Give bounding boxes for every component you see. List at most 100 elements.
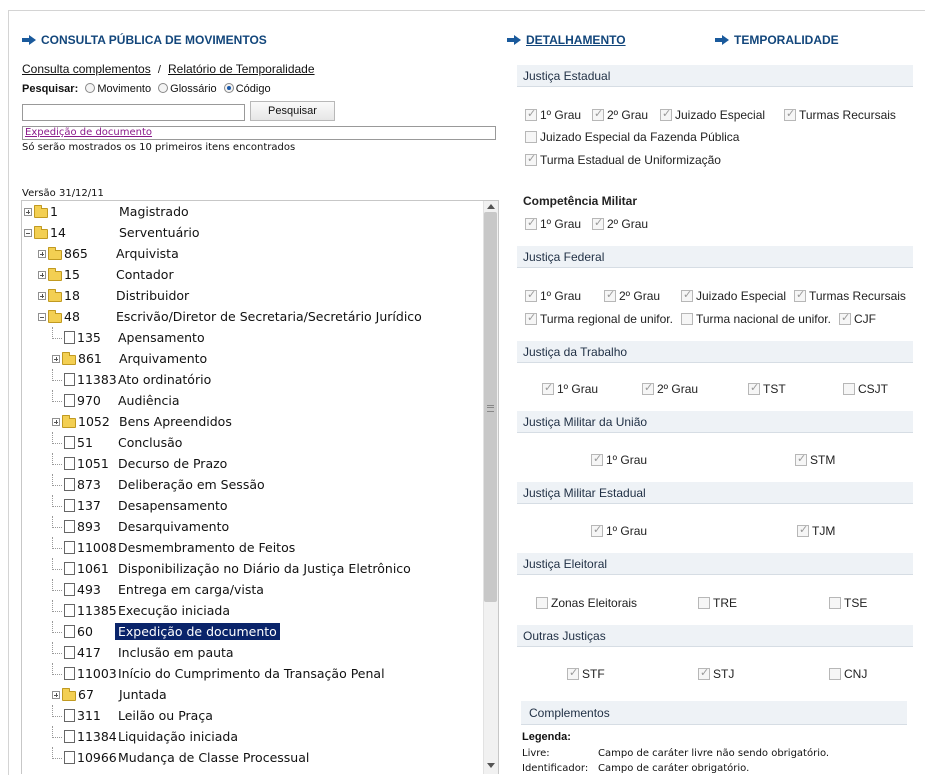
tree-row[interactable]: 11385 Execução iniciada (52, 599, 233, 621)
tree-label[interactable]: Entrega em carga/vista (115, 581, 267, 598)
tree-row[interactable]: 493 Entrega em carga/vista (52, 578, 267, 600)
cb-jt-2grau[interactable]: 2º Grau (642, 381, 698, 396)
tree-row[interactable]: 60 Expedição de documento (52, 620, 280, 642)
tree-label[interactable]: Disponibilização no Diário da Justiça El… (115, 560, 414, 577)
cb-je-2grau[interactable]: 2º Grau (592, 107, 648, 122)
cb-me-tjm[interactable]: TJM (797, 523, 835, 538)
tree-row[interactable]: 861 Arquivamento (52, 348, 210, 369)
collapse-icon[interactable] (24, 228, 32, 237)
cb-je-uniform[interactable]: Turma Estadual de Uniformização (525, 152, 721, 167)
expand-icon[interactable] (52, 690, 60, 699)
tree-label[interactable]: Decurso de Prazo (115, 455, 230, 472)
consulta-complementos-link[interactable]: Consulta complementos (22, 62, 151, 76)
tab-detalhamento[interactable]: DETALHAMENTO (507, 33, 626, 47)
tree-label[interactable]: Conclusão (115, 434, 185, 451)
expand-icon[interactable] (24, 207, 32, 216)
expand-icon[interactable] (52, 354, 60, 363)
scroll-up-icon[interactable] (487, 204, 495, 209)
radio-movimento[interactable] (85, 83, 96, 93)
tree-label[interactable]: Inclusão em pauta (115, 644, 237, 661)
movimentos-tree[interactable]: 1 Magistrado 14 Serventuário 865 Arquivista 15… (21, 200, 499, 774)
cb-je-juizado[interactable]: Juizado Especial (660, 107, 765, 122)
cb-jf-1grau[interactable]: 1º Grau (525, 288, 581, 303)
expand-icon[interactable] (38, 249, 46, 258)
scrollbar-thumb[interactable] (484, 212, 497, 602)
tree-label[interactable]: Desapensamento (115, 497, 231, 514)
tree-row[interactable]: 893 Desarquivamento (52, 515, 232, 537)
tree-label[interactable]: Liquidação iniciada (115, 728, 241, 745)
relatorio-temporalidade-link[interactable]: Relatório de Temporalidade (168, 62, 315, 76)
tree-row[interactable]: 18 Distribuidor (38, 285, 192, 306)
cb-el-tre[interactable]: TRE (698, 596, 737, 610)
cb-jf-2grau[interactable]: 2º Grau (604, 288, 660, 303)
tree-row[interactable]: 15 Contador (38, 264, 177, 285)
tree-row[interactable]: 865 Arquivista (38, 243, 182, 264)
tree-label-selected[interactable]: Expedição de documento (115, 623, 280, 640)
cb-el-tse[interactable]: TSE (829, 596, 867, 610)
tree-row[interactable]: 1 Magistrado (24, 201, 192, 222)
tree-label[interactable]: Apensamento (115, 329, 208, 346)
tree-label[interactable]: Arquivamento (116, 350, 210, 367)
tree-label[interactable]: Desmembramento de Feitos (115, 539, 298, 556)
tree-row[interactable]: 11383 Ato ordinatório (52, 368, 214, 390)
tree-row[interactable]: 873 Deliberação em Sessão (52, 473, 268, 495)
cb-me-1grau[interactable]: 1º Grau (591, 523, 647, 538)
cb-jt-csjt[interactable]: CSJT (843, 382, 888, 396)
expand-icon[interactable] (38, 291, 46, 300)
tree-label[interactable]: Ato ordinatório (115, 371, 214, 388)
pesquisar-button[interactable]: Pesquisar (250, 101, 335, 121)
tree-row[interactable]: 11384 Liquidação iniciada (52, 725, 241, 747)
tree-row[interactable]: 1052 Bens Apreendidos (52, 411, 235, 432)
collapse-icon[interactable] (38, 312, 46, 321)
scroll-down-icon[interactable] (487, 763, 495, 768)
tree-row[interactable]: 11008 Desmembramento de Feitos (52, 536, 298, 558)
tree-row[interactable]: 137 Desapensamento (52, 494, 231, 516)
cb-el-zonas[interactable]: Zonas Eleitorais (536, 596, 637, 610)
tree-row[interactable]: 14 Serventuário (24, 222, 203, 243)
cb-jt-tst[interactable]: TST (748, 381, 786, 396)
tree-label[interactable]: Audiência (115, 392, 183, 409)
tree-row[interactable]: 48 Escrivão/Diretor de Secretaria/Secretá… (38, 306, 425, 327)
cb-ou-stf[interactable]: STF (567, 666, 605, 681)
cb-jf-regional[interactable]: Turma regional de unifor. (525, 311, 673, 326)
tree-label[interactable]: Bens Apreendidos (116, 413, 235, 430)
tree-row[interactable]: 67 Juntada (52, 684, 170, 705)
tree-row[interactable]: 417 Inclusão em pauta (52, 641, 237, 663)
tree-label[interactable]: Contador (113, 266, 177, 283)
tree-label[interactable]: Leilão ou Praça (115, 707, 216, 724)
cb-je-fazenda[interactable]: Juizado Especial da Fazenda Pública (525, 130, 739, 144)
tree-row[interactable]: 970 Audiência (52, 389, 183, 411)
cb-ou-stj[interactable]: STJ (698, 666, 734, 681)
tree-label[interactable]: Deliberação em Sessão (115, 476, 268, 493)
cb-je-turmas[interactable]: Turmas Recursais (784, 107, 896, 122)
tree-row[interactable]: 1061 Disponibilização no Diário da Justiç… (52, 557, 414, 579)
cb-mu-stm[interactable]: STM (795, 452, 835, 467)
radio-codigo[interactable] (223, 83, 234, 93)
cb-cm-2grau[interactable]: 2º Grau (592, 216, 648, 231)
tree-row[interactable]: 51 Conclusão (52, 431, 185, 453)
tree-label[interactable]: Execução iniciada (115, 602, 233, 619)
tree-label[interactable]: Mudança de Classe Processual (115, 749, 312, 766)
radio-glossario[interactable] (158, 83, 169, 93)
tree-label[interactable]: Juntada (116, 686, 170, 703)
cb-jt-1grau[interactable]: 1º Grau (542, 381, 598, 396)
tree-row[interactable]: 135 Apensamento (52, 326, 208, 348)
search-input[interactable] (22, 104, 245, 121)
cb-jf-nacional[interactable]: Turma nacional de unifor. (681, 312, 831, 326)
tree-row[interactable]: 311 Leilão ou Praça (52, 704, 216, 726)
cb-mu-1grau[interactable]: 1º Grau (591, 452, 647, 467)
cb-jf-juizado[interactable]: Juizado Especial (681, 288, 786, 303)
tree-label[interactable]: Início do Cumprimento da Transação Penal (115, 665, 388, 682)
tree-label[interactable]: Magistrado (116, 203, 192, 220)
tree-label[interactable]: Desarquivamento (115, 518, 232, 535)
cb-je-1grau[interactable]: 1º Grau (525, 107, 581, 122)
tree-row[interactable]: 1051 Decurso de Prazo (52, 452, 230, 474)
cb-ou-cnj[interactable]: CNJ (829, 667, 867, 681)
cb-jf-turmas[interactable]: Turmas Recursais (794, 288, 906, 303)
tab-temporalidade[interactable]: TEMPORALIDADE (715, 33, 839, 47)
expand-icon[interactable] (38, 270, 46, 279)
expand-icon[interactable] (52, 417, 60, 426)
tree-label[interactable]: Distribuidor (113, 287, 192, 304)
tree-row[interactable]: 11003 Início do Cumprimento da Transação … (52, 662, 388, 684)
cb-cm-1grau[interactable]: 1º Grau (525, 216, 581, 231)
